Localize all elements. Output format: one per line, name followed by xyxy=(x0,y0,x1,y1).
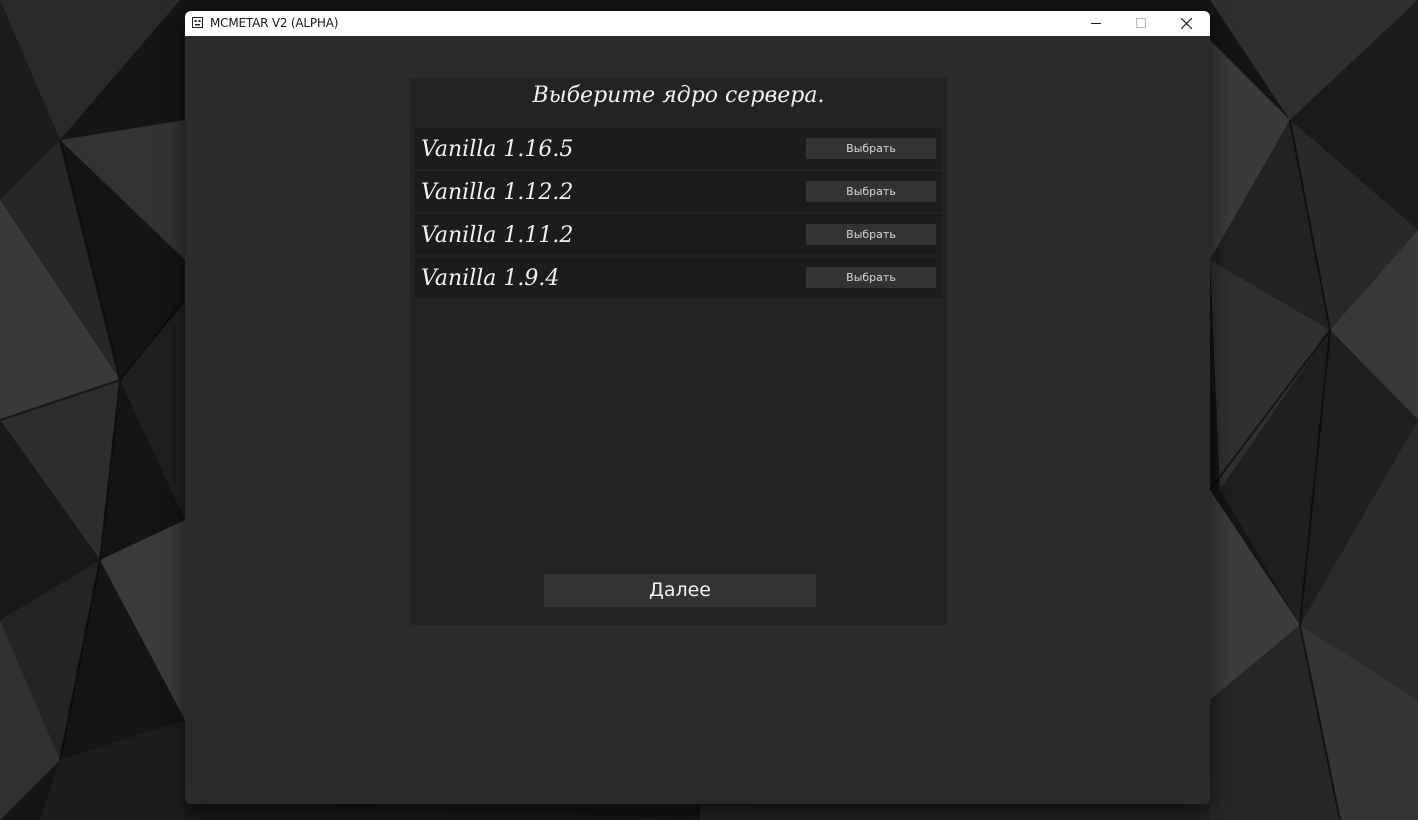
core-label: Vanilla 1.16.5 xyxy=(421,137,574,162)
select-button[interactable]: Выбрать xyxy=(806,267,936,288)
core-row-vanilla-1-12-2: Vanilla 1.12.2 Выбрать xyxy=(415,171,942,212)
core-label: Vanilla 1.12.2 xyxy=(421,180,574,205)
select-button[interactable]: Выбрать xyxy=(806,181,936,202)
core-row-vanilla-1-11-2: Vanilla 1.11.2 Выбрать xyxy=(415,214,942,255)
close-button[interactable] xyxy=(1164,11,1208,36)
select-button[interactable]: Выбрать xyxy=(806,138,936,159)
core-label: Vanilla 1.9.4 xyxy=(421,266,560,291)
select-button[interactable]: Выбрать xyxy=(806,224,936,245)
core-list: Vanilla 1.16.5 Выбрать Vanilla 1.12.2 Вы… xyxy=(415,128,942,300)
core-label: Vanilla 1.11.2 xyxy=(421,223,574,248)
title-bar[interactable]: MCMETAR V2 (ALPHA) xyxy=(185,11,1210,36)
minimize-button[interactable] xyxy=(1074,11,1118,36)
minimize-icon xyxy=(1091,23,1101,24)
close-icon xyxy=(1181,18,1192,29)
core-selection-panel: Выберите ядро сервера. Vanilla 1.16.5 Вы… xyxy=(410,78,947,625)
panel-title: Выберите ядро сервера. xyxy=(532,83,825,108)
window-content: Выберите ядро сервера. Vanilla 1.16.5 Вы… xyxy=(185,36,1210,804)
app-icon xyxy=(192,17,203,28)
next-button[interactable]: Далее xyxy=(544,574,816,607)
core-row-vanilla-1-16-5: Vanilla 1.16.5 Выбрать xyxy=(415,128,942,169)
window-title: MCMETAR V2 (ALPHA) xyxy=(210,16,339,30)
app-window: MCMETAR V2 (ALPHA) Выберите ядро сервера… xyxy=(185,11,1210,804)
maximize-button[interactable] xyxy=(1119,11,1163,36)
maximize-icon xyxy=(1136,18,1146,28)
core-row-vanilla-1-9-4: Vanilla 1.9.4 Выбрать xyxy=(415,257,942,298)
